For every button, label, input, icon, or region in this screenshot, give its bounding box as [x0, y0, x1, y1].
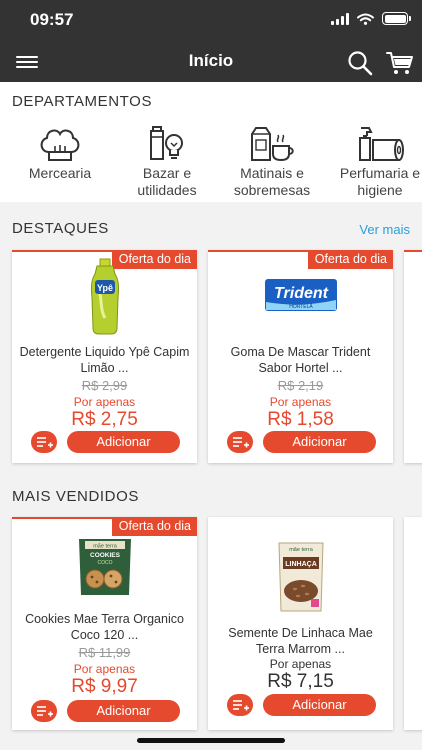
wifi-icon — [357, 13, 374, 25]
next-product-card-peek[interactable] — [404, 517, 422, 730]
product-card[interactable]: Oferta do dia mãe terra COOKIES COCO Coo… — [12, 517, 197, 730]
signal-icon — [331, 12, 349, 25]
add-to-cart-button[interactable]: Adicionar — [67, 700, 180, 722]
highlights-title: DESTAQUES — [12, 220, 109, 237]
svg-text:Trident: Trident — [274, 285, 329, 302]
por-apenas-label: Por apenas — [269, 395, 332, 409]
svg-text:mãe terra: mãe terra — [93, 544, 117, 550]
product-card[interactable]: Oferta do dia Trident HORTELÃ Goma De Ma… — [208, 250, 393, 463]
svg-text:COOKIES: COOKIES — [90, 552, 121, 559]
department-label: Bazar e utilidades — [137, 165, 197, 198]
old-price: R$ 2,99 — [81, 378, 128, 393]
department-mercearia[interactable]: Mercearia — [10, 126, 110, 182]
product-name: Cookies Mae Terra Organico Coco 120 ... — [25, 612, 184, 642]
department-label: Matinais e sobremesas — [233, 165, 311, 198]
old-price: R$ 11,99 — [78, 645, 131, 660]
product-name: Goma De Mascar Trident Sabor Hortel ... — [230, 345, 371, 375]
search-icon[interactable] — [347, 50, 373, 76]
por-apenas-label: Por apenas — [73, 395, 136, 409]
department-label: Perfumaria e higiene — [339, 165, 421, 198]
status-icons — [331, 12, 411, 25]
add-to-list-button[interactable] — [227, 694, 253, 716]
price: R$ 7,15 — [267, 671, 334, 692]
product-name: Detergente Liquido Ypê Capim Limão ... — [19, 345, 190, 375]
department-label: Mercearia — [28, 165, 92, 181]
cart-icon[interactable] — [386, 50, 414, 76]
next-product-card-peek[interactable] — [404, 250, 422, 463]
department-bazar[interactable]: Bazar e utilidades — [117, 126, 217, 199]
add-to-list-button[interactable] — [227, 431, 253, 453]
battery-icon — [382, 12, 411, 25]
chef-hat-icon — [40, 129, 80, 161]
playlist-add-icon — [37, 706, 53, 717]
price: R$ 9,97 — [71, 676, 138, 697]
product-card[interactable]: Oferta do dia Ypê Detergente Liquido Ypê… — [12, 250, 197, 463]
svg-text:LINHAÇA: LINHAÇA — [285, 561, 317, 568]
departments-title: DEPARTAMENTOS — [12, 93, 153, 110]
product-image: mãe terra COOKIES COCO — [75, 535, 135, 597]
add-to-cart-button[interactable]: Adicionar — [67, 431, 180, 453]
playlist-add-icon — [233, 437, 249, 448]
home-indicator — [137, 738, 285, 743]
thermos-lightbulb-icon — [150, 126, 183, 160]
price: R$ 2,75 — [71, 409, 138, 430]
see-more-link[interactable]: Ver mais — [359, 222, 410, 237]
add-to-list-button[interactable] — [31, 431, 57, 453]
svg-text:COCO: COCO — [97, 560, 112, 566]
product-name: Semente De Linhaca Mae Terra Marrom ... — [228, 626, 373, 656]
por-apenas-label: Por apenas — [73, 662, 136, 676]
offer-badge: Oferta do dia — [111, 250, 197, 269]
por-apenas-label: Por apenas — [269, 657, 332, 671]
status-time: 09:57 — [30, 10, 74, 29]
svg-text:Ypê: Ypê — [96, 283, 112, 293]
svg-text:HORTELÃ: HORTELÃ — [289, 303, 313, 310]
departments-panel: DEPARTAMENTOS Mercearia Bazar e utilidad… — [0, 82, 422, 202]
add-to-cart-button[interactable]: Adicionar — [263, 694, 376, 716]
spray-toilet-paper-icon — [359, 127, 404, 161]
product-card[interactable]: mãe terra LINHAÇA Semente De Linhaca Mae… — [208, 517, 393, 730]
add-to-list-button[interactable] — [31, 700, 57, 722]
best-sellers-title: MAIS VENDIDOS — [12, 488, 139, 505]
milk-coffee-icon — [251, 127, 294, 162]
top-nav-bar: Início — [0, 42, 422, 82]
status-bar: 09:57 — [0, 0, 422, 42]
svg-text:mãe terra: mãe terra — [289, 547, 313, 553]
old-price: R$ 2,19 — [277, 378, 324, 393]
add-to-cart-button[interactable]: Adicionar — [263, 431, 376, 453]
offer-badge: Oferta do dia — [307, 250, 393, 269]
playlist-add-icon — [233, 700, 249, 711]
department-perfumaria[interactable]: Perfumaria e higiene — [330, 126, 422, 199]
product-image: Ypê — [85, 258, 125, 336]
department-matinais[interactable]: Matinais e sobremesas — [222, 126, 322, 199]
playlist-add-icon — [37, 437, 53, 448]
price: R$ 1,58 — [267, 409, 334, 430]
offer-badge: Oferta do dia — [111, 517, 197, 536]
product-image: Trident HORTELÃ — [264, 278, 338, 312]
product-image: mãe terra LINHAÇA — [273, 539, 329, 613]
